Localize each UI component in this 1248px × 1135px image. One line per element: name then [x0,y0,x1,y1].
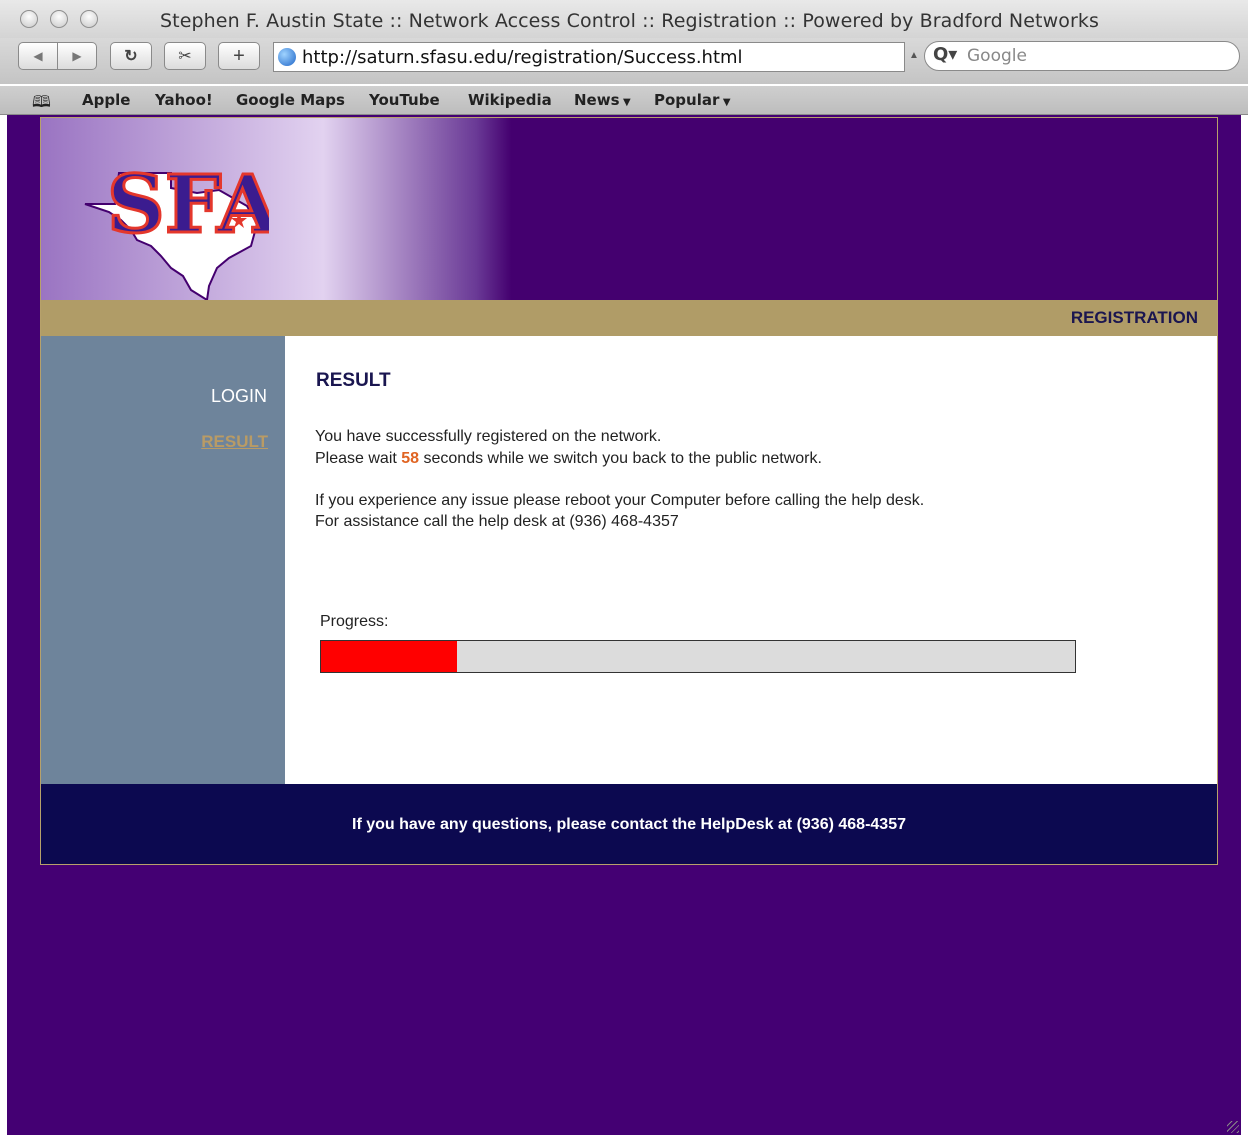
reload-button[interactable]: ↻ [110,42,152,70]
add-bookmark-button[interactable]: + [218,42,260,70]
content-panel: RESULT You have successfully registered … [285,336,1217,784]
bookmark-news[interactable]: News ▼ [574,91,631,109]
page-header: SFA [41,118,1217,302]
zoom-window-button[interactable] [80,10,98,28]
back-arrow-icon: ◀ [33,49,43,63]
page-title: RESULT [316,370,391,391]
progress-bar-fill [321,641,457,672]
snapback-button[interactable]: ✂ [164,42,206,70]
bookmark-yahoo[interactable]: Yahoo! [155,91,213,109]
plus-icon: + [233,44,245,67]
reboot-message: If you experience any issue please reboo… [315,492,925,509]
nav-result-link[interactable]: RESULT [201,432,268,452]
scissors-icon: ✂ [178,48,192,65]
forward-button[interactable]: ▶ [57,42,97,70]
bookmark-youtube[interactable]: YouTube [369,91,440,109]
chevron-down-icon: ▼ [719,97,731,108]
reload-icon: ↻ [124,48,138,65]
nav-login-link[interactable]: LOGIN [211,386,267,407]
chevron-up-icon[interactable]: ▲ [909,50,919,61]
chevron-down-icon: ▼ [619,97,631,108]
minimize-window-button[interactable] [50,10,68,28]
search-input[interactable]: Google [967,46,1027,66]
resize-grip-icon[interactable] [1227,1121,1239,1133]
section-title: REGISTRATION [1070,308,1198,327]
search-field[interactable]: Q▾ Google [924,41,1240,71]
globe-icon [278,48,296,66]
search-icon[interactable]: Q▾ [933,44,957,65]
address-input[interactable]: http://saturn.sfasu.edu/registration/Suc… [302,47,743,68]
nav-sidebar: LOGIN RESULT [41,336,285,784]
forward-arrow-icon: ▶ [72,49,82,63]
bookmark-google-maps[interactable]: Google Maps [236,91,345,109]
page-frame: SFA REGISTRATION LOGIN RESULT RESULT You… [40,117,1218,865]
sfa-logo: SFA [84,156,269,302]
progress-bar [320,640,1076,673]
bookmarks-bar: 🕮 Apple Yahoo! Google Maps YouTube Wikip… [0,86,1248,115]
back-button[interactable]: ◀ [18,42,58,70]
address-bar[interactable]: http://saturn.sfasu.edu/registration/Suc… [273,42,905,72]
progress-label: Progress: [320,613,389,630]
book-icon[interactable]: 🕮 [32,91,51,118]
wait-message: Please wait 58 seconds while we switch y… [315,450,822,467]
page-viewport: SFA REGISTRATION LOGIN RESULT RESULT You… [7,115,1241,1135]
section-title-bar: REGISTRATION [41,300,1217,336]
success-message: You have successfully registered on the … [315,428,662,445]
helpdesk-message: For assistance call the help desk at (93… [315,513,679,530]
page-footer: If you have any questions, please contac… [41,784,1217,864]
close-window-button[interactable] [20,10,38,28]
bookmark-popular[interactable]: Popular ▼ [654,91,731,109]
bookmark-apple[interactable]: Apple [82,91,130,109]
bookmark-wikipedia[interactable]: Wikipedia [468,91,552,109]
logo-letter-s: SFA [107,157,269,251]
countdown-seconds: 58 [401,450,420,467]
window-title: Stephen F. Austin State :: Network Acces… [160,10,1099,32]
footer-contact-text: If you have any questions, please contac… [352,816,906,833]
window-titlebar: Stephen F. Austin State :: Network Acces… [0,0,1248,40]
browser-toolbar: ◀ ▶ ↻ ✂ + http://saturn.sfasu.edu/regist… [0,38,1248,84]
